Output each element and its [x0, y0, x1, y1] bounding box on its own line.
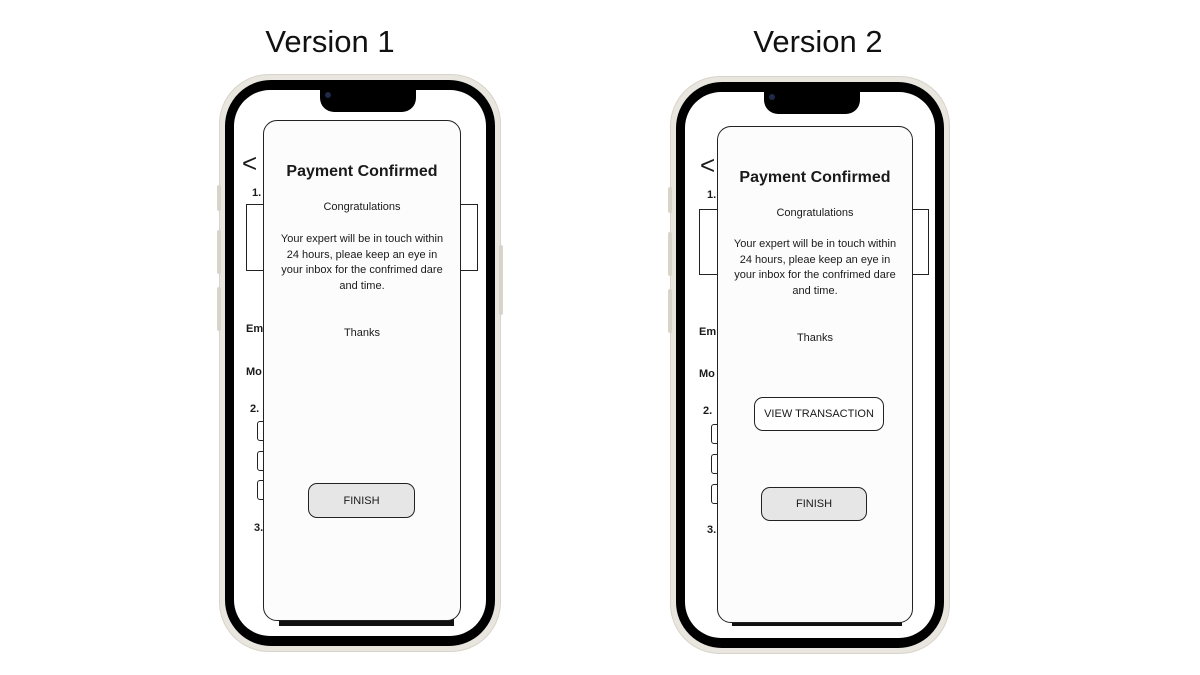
- side-button: [668, 187, 672, 213]
- step-1-label: 1.: [707, 189, 717, 201]
- thanks-text: Thanks: [796, 332, 834, 344]
- back-arrow-icon[interactable]: <: [242, 148, 257, 179]
- payment-confirmed-modal: Payment Confirmed Congratulations Your e…: [263, 120, 461, 621]
- side-button: [499, 245, 503, 315]
- step-3-label: 3.: [254, 522, 264, 534]
- back-arrow-icon[interactable]: <: [700, 150, 715, 181]
- modal-message: Your expert will be in touch within 24 h…: [733, 238, 897, 297]
- phone-frame: < 1. Em Mo 2. 3. Payment Confirmed Congr…: [225, 80, 495, 646]
- phone-mockup-version-1: < 1. Em Mo 2. 3. Payment Confirmed Congr…: [217, 74, 503, 652]
- side-button: [217, 185, 221, 211]
- step-1-label: 1.: [252, 187, 262, 199]
- view-transaction-button[interactable]: VIEW TRANSACTION: [754, 397, 884, 431]
- camera-icon: [769, 94, 775, 100]
- step-3-label: 3.: [707, 524, 717, 536]
- side-button: [217, 230, 221, 274]
- finish-button[interactable]: FINISH: [308, 483, 415, 518]
- phone-frame: < 1. Em Mo 2. 3. Payment Confirmed Congr…: [676, 82, 944, 648]
- email-label: Em: [246, 323, 264, 335]
- modal-subtitle: Congratulations: [323, 201, 401, 213]
- modal-subtitle: Congratulations: [776, 207, 854, 219]
- phone-mockup-version-2: < 1. Em Mo 2. 3. Payment Confirmed Congr…: [668, 76, 950, 654]
- phone-notch: [764, 88, 860, 114]
- finish-button[interactable]: FINISH: [761, 487, 867, 521]
- phone-screen: < 1. Em Mo 2. 3. Payment Confirmed Congr…: [685, 92, 935, 638]
- modal-message: Your expert will be in touch within 24 h…: [280, 233, 444, 292]
- modal-title: Payment Confirmed: [286, 163, 438, 180]
- email-label: Em: [699, 326, 717, 338]
- side-button: [668, 232, 672, 276]
- mobile-label: Mo: [246, 366, 262, 378]
- version-1-label: Version 1: [265, 24, 395, 59]
- phone-notch: [320, 86, 416, 112]
- thanks-text: Thanks: [343, 327, 381, 339]
- modal-title: Payment Confirmed: [739, 169, 891, 186]
- step-2-label: 2.: [703, 405, 713, 417]
- side-button: [668, 289, 672, 333]
- mobile-label: Mo: [699, 368, 715, 380]
- camera-icon: [325, 92, 331, 98]
- version-2-label: Version 2: [753, 24, 883, 59]
- side-button: [217, 287, 221, 331]
- phone-screen: < 1. Em Mo 2. 3. Payment Confirmed Congr…: [234, 90, 486, 636]
- payment-confirmed-modal: Payment Confirmed Congratulations Your e…: [717, 126, 913, 623]
- step-2-label: 2.: [250, 403, 260, 415]
